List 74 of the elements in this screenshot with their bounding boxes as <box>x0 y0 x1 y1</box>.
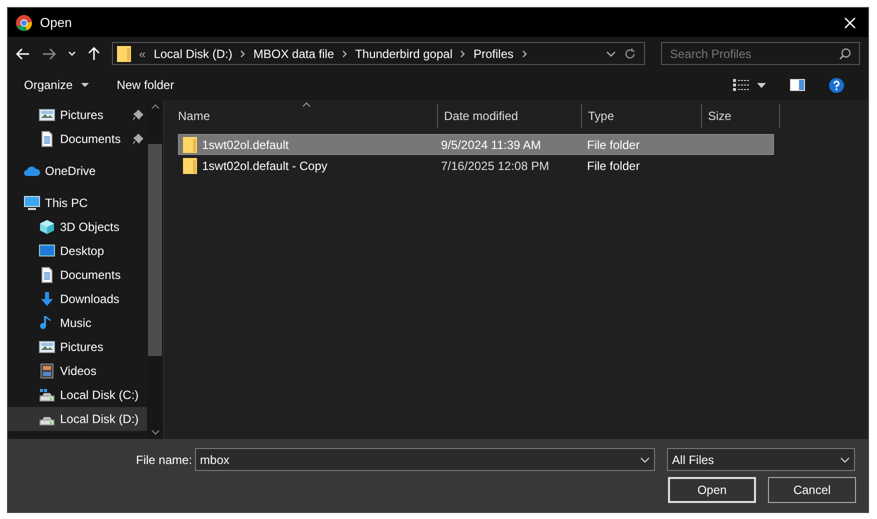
open-button[interactable]: Open <box>668 477 756 503</box>
address-bar[interactable]: « Local Disk (D:) MBOX data file Thunderbird gopal Profiles <box>112 42 645 65</box>
sidebar-item[interactable]: OneDrive <box>8 159 147 183</box>
sidebar-item[interactable]: Local Disk (D:) <box>8 407 147 431</box>
folder-icon <box>117 46 131 62</box>
up-arrow-icon[interactable] <box>88 46 100 60</box>
document-icon <box>39 131 55 147</box>
file-type-dropdown[interactable]: All Files <box>667 448 856 471</box>
search-field[interactable]: Search Profiles <box>661 42 860 65</box>
sidebar-item[interactable]: Downloads <box>8 287 147 311</box>
folder-icon <box>183 158 197 174</box>
breadcrumb-overflow[interactable]: « <box>139 44 146 62</box>
file-row[interactable]: 1swt02ol.default 9/5/2024 11:39 AM File folder <box>178 134 774 155</box>
scrollbar-thumb[interactable] <box>148 144 162 356</box>
window-title: Open <box>40 14 72 32</box>
caret-icon[interactable] <box>80 83 89 87</box>
pin-icon <box>133 110 143 120</box>
sidebar-item[interactable]: Pictures <box>8 335 147 359</box>
sidebar-item[interactable]: Documents <box>8 263 147 287</box>
file-row[interactable]: 1swt02ol.default - Copy 7/16/2025 12:08 PM File folder <box>178 155 774 176</box>
pin-icon <box>133 134 143 144</box>
dropdown-caret-icon <box>840 456 850 462</box>
down-arrow-icon <box>39 291 55 307</box>
breadcrumb[interactable]: Profiles <box>473 44 514 62</box>
cube-icon <box>39 219 55 235</box>
chevron-icon[interactable] <box>460 50 466 58</box>
sidebar-item[interactable]: Documents <box>8 127 147 151</box>
refresh-icon[interactable] <box>624 48 636 60</box>
document-icon <box>39 267 55 283</box>
organize-button[interactable]: Organize <box>24 76 89 94</box>
help-icon[interactable] <box>829 78 844 92</box>
sidebar-item[interactable]: This PC <box>8 191 147 215</box>
column-header[interactable]: Size <box>702 104 780 128</box>
search-icon <box>839 48 851 60</box>
column-header[interactable]: Type <box>582 104 702 128</box>
sidebar-item[interactable]: Pictures <box>8 103 147 127</box>
dropdown-caret-icon[interactable] <box>606 50 616 56</box>
sidebar-item[interactable]: Music <box>8 311 147 335</box>
view-options-icon[interactable] <box>733 79 749 91</box>
chevron-icon[interactable] <box>522 50 526 58</box>
picture-icon <box>39 107 55 123</box>
sidebar-item[interactable]: Desktop <box>8 239 147 263</box>
chevron-icon[interactable] <box>240 50 246 58</box>
preview-pane-icon[interactable] <box>790 79 805 91</box>
breadcrumb[interactable]: Local Disk (D:) <box>154 44 232 62</box>
drive-icon <box>39 387 55 403</box>
column-header[interactable]: Name <box>164 104 438 128</box>
file-name-field[interactable]: mbox <box>195 448 656 471</box>
monitor-icon <box>39 243 55 259</box>
file-name-label: File name: <box>136 452 192 468</box>
film-icon <box>39 363 55 379</box>
search-input[interactable]: Search Profiles <box>670 44 839 62</box>
sidebar-item[interactable]: 3D Objects <box>8 215 147 239</box>
picture-icon <box>39 339 55 355</box>
close-icon[interactable] <box>844 16 856 28</box>
browser-logo-icon <box>16 14 32 30</box>
dropdown-caret-icon <box>640 456 650 462</box>
scroll-down-icon[interactable] <box>150 430 160 435</box>
folder-icon <box>183 136 197 152</box>
cancel-button[interactable]: Cancel <box>768 477 856 503</box>
computer-icon <box>24 195 40 211</box>
dropdown-caret-icon[interactable] <box>757 82 766 88</box>
scroll-up-icon[interactable] <box>150 104 160 109</box>
new-folder-button[interactable]: New folder <box>116 76 174 94</box>
sidebar-item[interactable]: Videos <box>8 359 147 383</box>
breadcrumb[interactable]: MBOX data file <box>253 44 334 62</box>
forward-arrow-icon[interactable] <box>42 48 56 60</box>
sort-caret-icon <box>302 102 311 107</box>
breadcrumb[interactable]: Thunderbird gopal <box>355 44 452 62</box>
column-header[interactable]: Date modified <box>438 104 582 128</box>
back-arrow-icon[interactable] <box>16 48 30 60</box>
sidebar-item[interactable]: Local Disk (C:) <box>8 383 147 407</box>
chevron-icon[interactable] <box>342 50 348 58</box>
file-name-input[interactable]: mbox <box>200 450 640 468</box>
